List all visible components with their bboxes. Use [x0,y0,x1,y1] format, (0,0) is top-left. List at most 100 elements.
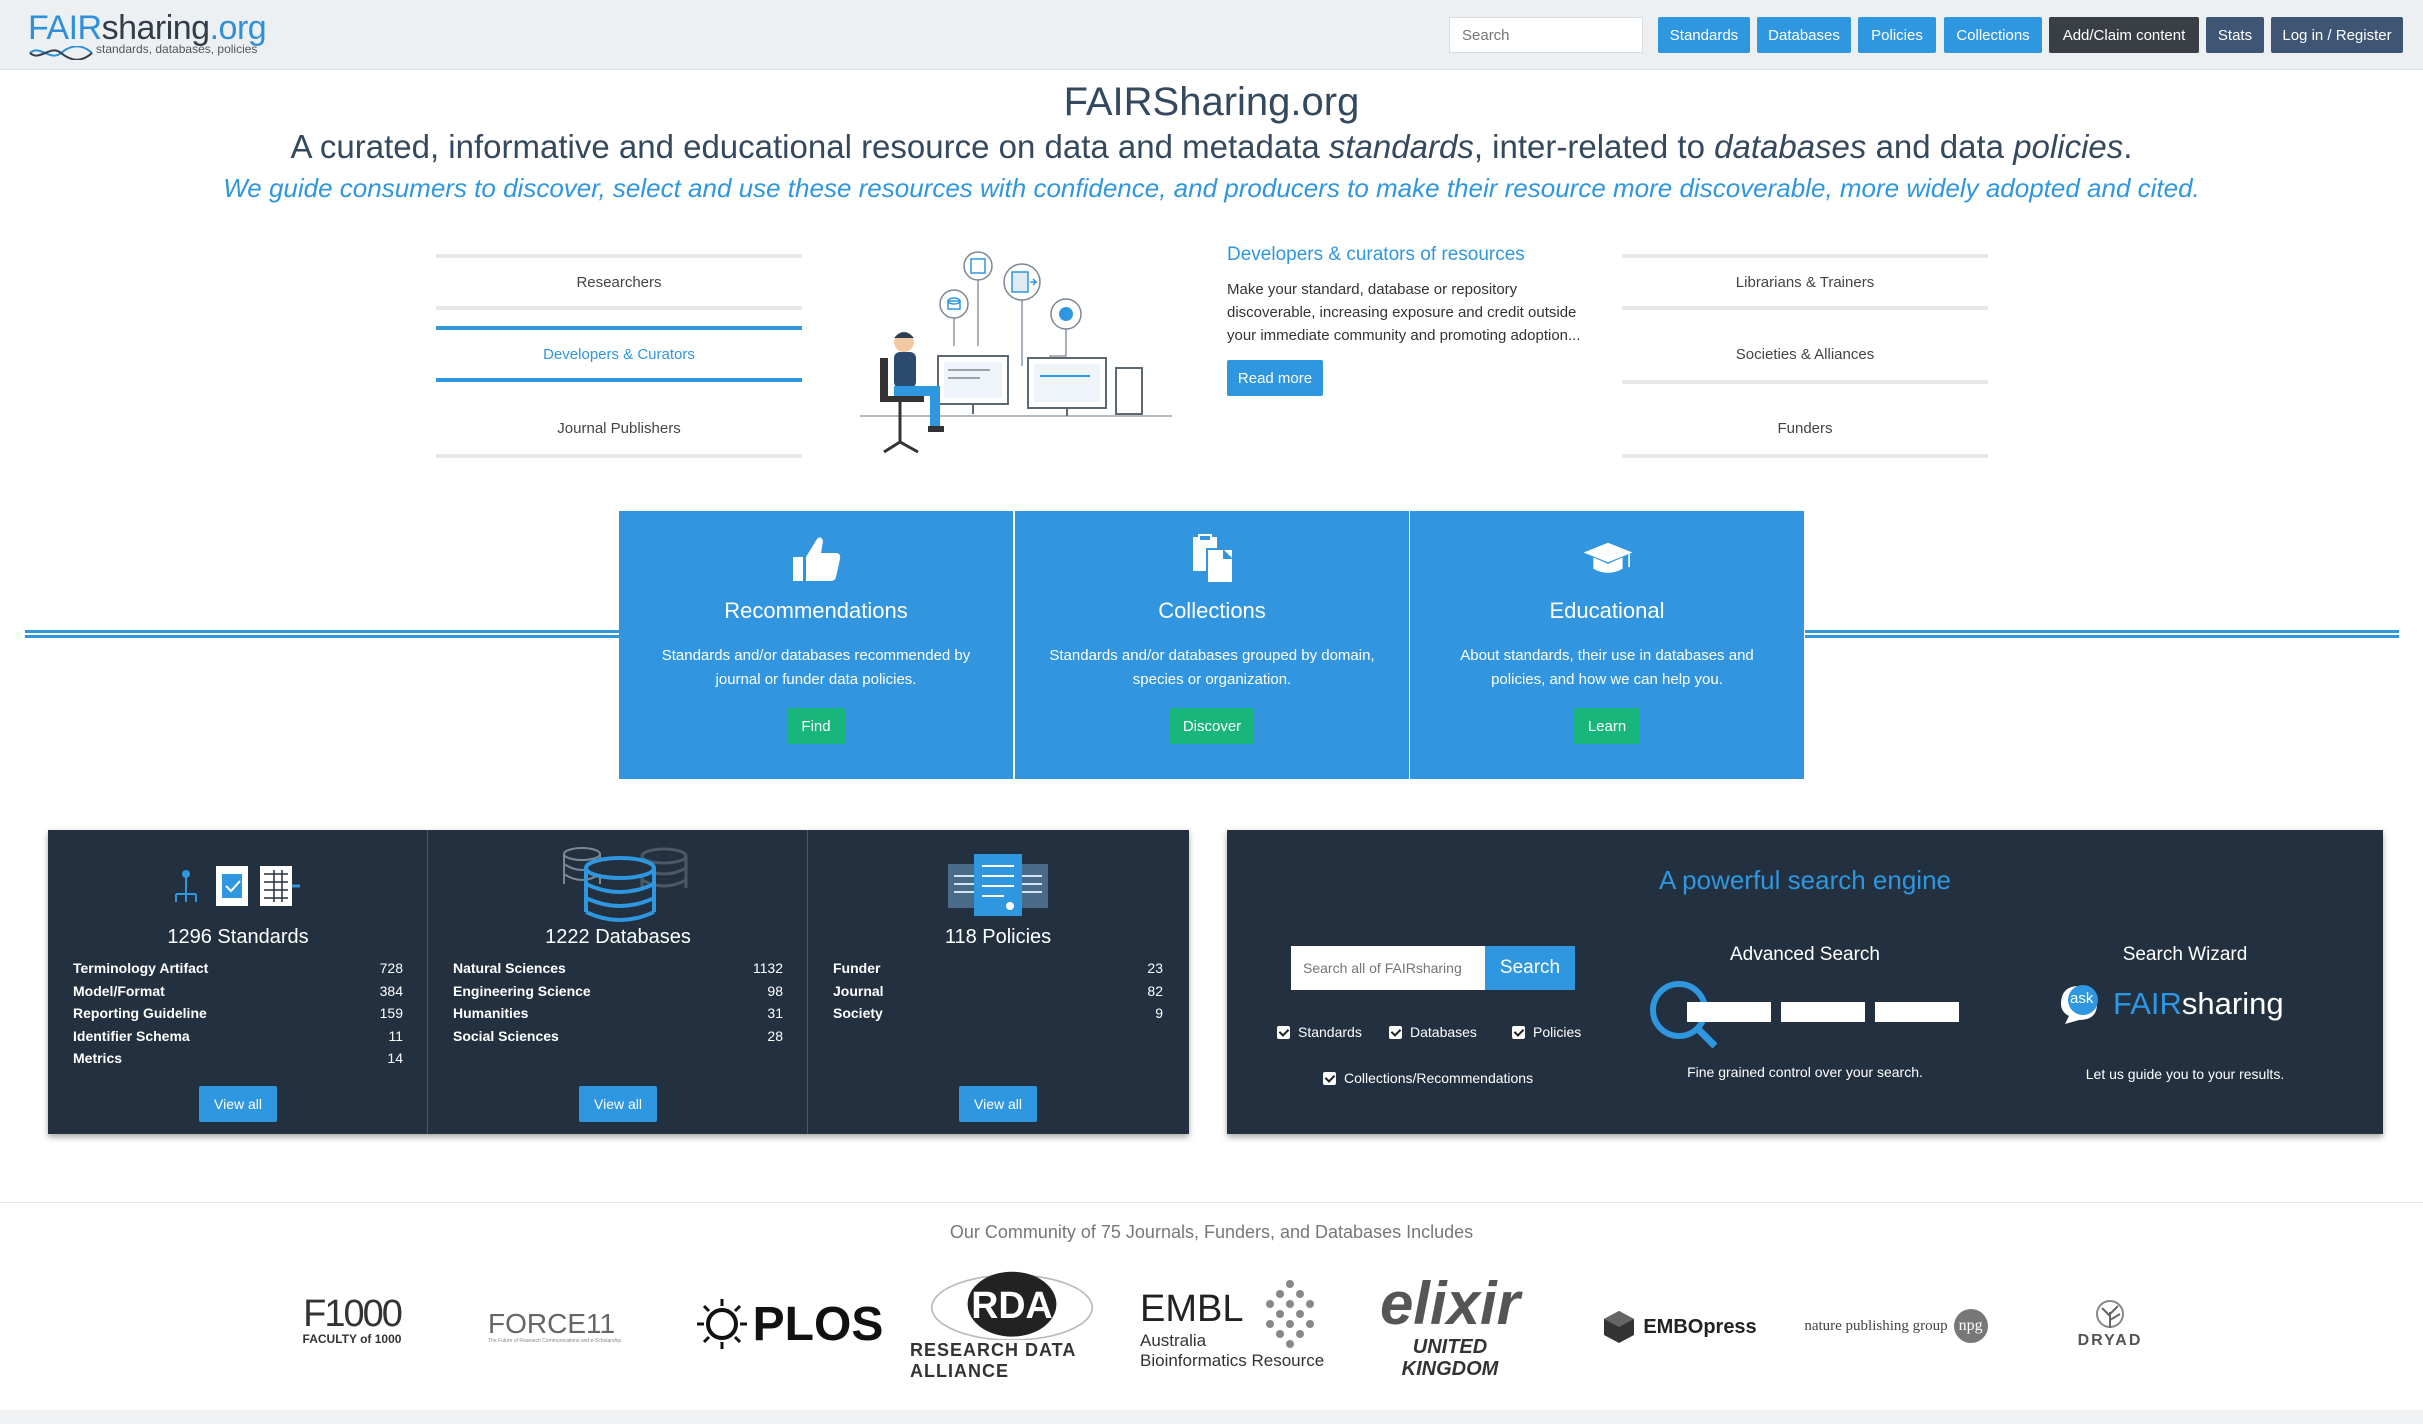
stat-row: Journal 82 [833,982,1163,999]
nav-policies-button[interactable]: Policies [1858,17,1936,53]
feature-title: Educational [1549,598,1665,623]
policies-breakdown: Funder 23 Journal 82 Society 9 [833,960,1163,1028]
community-title: Our Community of 75 Journals, Funders, a… [949,1222,1474,1242]
find-button[interactable]: Find [787,708,845,744]
footer-strip [0,1410,2423,1424]
view-all-databases-button[interactable]: View all [579,1086,657,1122]
svg-text:RDA: RDA [971,1284,1052,1326]
nav-stats-button[interactable]: Stats [2206,17,2264,53]
rda-globe-icon: RDA [930,1271,1094,1340]
stat-row: Society 9 [833,1005,1163,1021]
stat-row: Social Sciences 28 [453,1027,783,1044]
standards-checkbox[interactable]: Standards [1277,1024,1362,1040]
audience-detail-title: Developers & curators of resources [1227,244,1525,265]
databases-checkbox[interactable]: Databases [1389,1024,1477,1040]
force11-logo[interactable]: FORCE11 The Future of Research Communica… [488,1306,648,1348]
stat-row: Reporting Guideline 159 [73,1005,403,1021]
databases-stats: 1222 Databases Natural Sciences 1132 Engi… [428,830,808,1134]
search-engine-title: A powerful search engine [1659,865,1951,895]
feature-card-educational: Educational About standards, their use i… [1410,511,1804,779]
audience-tab-journal-publishers[interactable]: Journal Publishers [436,402,802,458]
developer-illustration [860,251,1172,454]
stat-row: Humanities 31 [453,1005,783,1021]
plos-logo[interactable]: PLOS [694,1296,884,1352]
read-more-button[interactable]: Read more [1227,360,1323,396]
page-tagline: We guide consumers to discover, select a… [223,173,2200,203]
embopress-logo[interactable]: EMBOpress [1596,1304,1762,1350]
graduation-cap-icon [1583,542,1633,573]
stat-row: Natural Sciences 1132 [453,960,783,976]
clipboard-copy-icon [1193,534,1234,584]
rda-logo[interactable]: RDA RESEARCH DATA ALLIANCE [910,1270,1114,1382]
search-button[interactable]: Search [1485,946,1575,990]
audience-detail-text: Make your standard, database or reposito… [1227,281,1581,344]
top-navbar: FAIRsharing.org standards, databases, po… [0,0,2423,70]
nav-add-claim-button[interactable]: Add/Claim content [2049,17,2199,53]
feature-card-recommendations: Recommendations Standards and/or databas… [619,511,1013,779]
ask-text: ask [2070,990,2094,1007]
search-wizard-link[interactable]: Search Wizard [2035,944,2335,966]
ask-fairsharing-logo[interactable]: ask FAIRsharing [2055,980,2315,1040]
feature-title: Collections [1158,598,1266,623]
stat-row: Funder 23 [833,960,1163,976]
stat-row: Model/Format 384 [73,982,403,999]
fairsharing-logo[interactable]: FAIRsharing.org standards, databases, po… [28,10,288,60]
stat-row: Identifier Schema 11 [73,1027,403,1044]
learn-button[interactable]: Learn [1574,708,1640,744]
community-divider [0,1202,2423,1203]
f1000-logo[interactable]: F1000 FACULTY of 1000 [290,1295,414,1346]
checkbox-icon [1277,1025,1290,1039]
view-all-policies-button[interactable]: View all [959,1086,1037,1122]
npg-logo[interactable]: nature publishing group npg [1796,1308,1996,1344]
databases-breakdown: Natural Sciences 1132 Engineering Science… [453,960,783,1050]
nav-search-input[interactable] [1449,17,1643,53]
audience-tab-funders[interactable]: Funders [1622,402,1988,458]
standards-stats: 1296 Standards Terminology Artifact 728 M… [48,830,428,1134]
policies-count: 118 Policies [944,926,1052,948]
band-divider-right [1805,630,2399,638]
audience-tab-developers[interactable]: Developers & Curators [436,326,802,382]
dryad-logo[interactable]: DRYAD [2060,1296,2160,1354]
logo-wave-icon [29,46,93,60]
advanced-search-link[interactable]: Advanced Search [1655,944,1955,966]
stats-panel: 1296 Standards Terminology Artifact 728 M… [48,830,1189,1134]
standards-icon [175,866,300,906]
collections-checkbox[interactable]: Collections/Recommendations [1323,1070,1533,1086]
stat-row: Engineering Science 98 [453,982,783,999]
policies-stats: 118 Policies Funder 23 Journal 82 Society 9… [808,830,1189,1134]
advanced-search-caption: Fine grained control over your search. [1687,1064,1923,1080]
nav-standards-button[interactable]: Standards [1658,17,1750,53]
audience-tab-societies[interactable]: Societies & Alliances [1622,328,1988,384]
checkbox-icon [1323,1071,1336,1085]
embl-dots-icon [1266,1280,1314,1348]
logo-wordmark: FAIRsharing.org [28,9,267,47]
nav-login-button[interactable]: Log in / Register [2271,17,2403,53]
feature-card-collections: Collections Standards and/or databases g… [1015,511,1409,779]
embl-australia-logo[interactable]: EMBL Australia Bioinformatics Resource [1140,1276,1340,1382]
nav-collections-button[interactable]: Collections [1944,17,2042,53]
nav-databases-button[interactable]: Databases [1757,17,1851,53]
feature-title: Recommendations [724,598,908,623]
thumbs-up-icon [793,537,841,581]
databases-icon [563,847,688,922]
dryad-tree-icon [2096,1300,2124,1328]
checkbox-icon [1512,1025,1525,1039]
embo-cube-icon [1604,1311,1635,1343]
search-all-input[interactable] [1291,946,1485,990]
audience-tab-researchers[interactable]: Researchers [436,254,802,310]
plos-sun-icon [696,1299,747,1349]
page-title: FAIRSharing.org [1063,80,1360,124]
search-wizard-caption: Let us guide you to your results. [2085,1066,2285,1082]
band-divider-left [25,630,619,638]
feature-text: Standards and/or databases recommended b… [661,647,971,688]
feature-text: Standards and/or databases grouped by do… [1049,647,1375,688]
elixir-uk-logo[interactable]: elixir UNITED KINGDOM [1350,1250,1550,1402]
audience-tab-librarians[interactable]: Librarians & Trainers [1622,254,1988,310]
standards-breakdown: Terminology Artifact 728 Model/Format 384 … [73,960,403,1073]
discover-button[interactable]: Discover [1170,708,1254,744]
policies-icon [948,854,1048,916]
standards-count: 1296 Standards [167,926,309,948]
view-all-standards-button[interactable]: View all [199,1086,277,1122]
magnifier-icon [1650,981,1959,1049]
policies-checkbox[interactable]: Policies [1512,1024,1581,1040]
